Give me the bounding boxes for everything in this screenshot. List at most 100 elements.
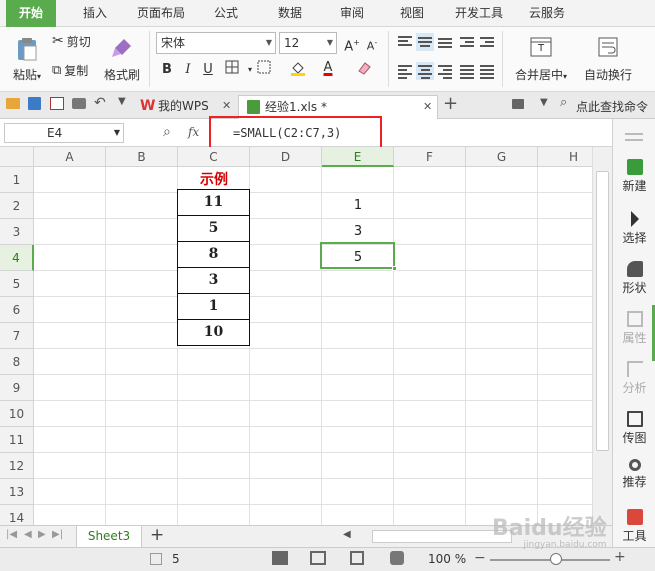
- side-item-properties[interactable]: 属性: [613, 311, 655, 346]
- page-layout-view-icon[interactable]: [350, 551, 364, 565]
- cell-c5[interactable]: 3: [177, 267, 250, 294]
- increase-font-icon[interactable]: A+: [342, 33, 362, 54]
- save-icon[interactable]: [28, 97, 41, 110]
- tab-insert[interactable]: 插入: [72, 0, 118, 27]
- format-painter-button[interactable]: 格式刷: [102, 31, 142, 87]
- cell-c2[interactable]: 11: [177, 189, 250, 216]
- fill-color-icon[interactable]: [288, 60, 308, 80]
- next-sheet-icon[interactable]: ▶: [38, 529, 46, 540]
- align-top-icon[interactable]: [396, 33, 414, 51]
- normal-view-icon[interactable]: [272, 551, 288, 565]
- column-header-g[interactable]: G: [466, 147, 538, 167]
- scroll-left-icon[interactable]: ◀: [343, 529, 351, 540]
- font-name-select[interactable]: 宋体 ▼: [156, 32, 276, 54]
- fx-button[interactable]: fx: [188, 125, 199, 139]
- cell-e2[interactable]: 1: [322, 193, 394, 219]
- tab-review[interactable]: 审阅: [330, 0, 374, 27]
- page-break-view-icon[interactable]: [310, 551, 326, 565]
- paste-button[interactable]: 粘贴▾: [6, 31, 48, 87]
- row-header[interactable]: 13: [0, 479, 34, 505]
- side-item-upload-image[interactable]: 传图: [613, 411, 655, 446]
- cut-button[interactable]: ✂ 剪切: [52, 31, 91, 51]
- chevron-down-icon[interactable]: ▼: [118, 96, 126, 107]
- row-header[interactable]: 2: [0, 193, 34, 219]
- font-size-select[interactable]: 12 ▼: [279, 32, 337, 54]
- font-color-button[interactable]: A: [318, 58, 338, 78]
- zoom-in-icon[interactable]: +: [614, 549, 626, 565]
- active-cell-selection[interactable]: [320, 242, 397, 271]
- wrap-text-button[interactable]: 自动换行: [578, 31, 638, 87]
- cell-c6[interactable]: 1: [177, 293, 250, 320]
- zoom-search-icon[interactable]: ⌕: [163, 124, 171, 140]
- close-icon[interactable]: ✕: [423, 96, 432, 118]
- zoom-slider-thumb[interactable]: [550, 553, 562, 565]
- indent-decrease-icon[interactable]: [458, 33, 476, 51]
- row-header[interactable]: 5: [0, 271, 34, 297]
- new-tab-icon[interactable]: +: [443, 93, 458, 114]
- select-all-corner[interactable]: [0, 147, 34, 167]
- decrease-font-icon[interactable]: A-: [362, 33, 382, 53]
- prev-sheet-icon[interactable]: ◀: [24, 529, 32, 540]
- copy-button[interactable]: ⧉ 复制: [52, 60, 88, 80]
- close-icon[interactable]: ✕: [222, 95, 231, 117]
- side-item-select[interactable]: 选择: [613, 211, 655, 246]
- row-header[interactable]: 9: [0, 375, 34, 401]
- scrollbar-thumb[interactable]: [596, 171, 609, 451]
- side-item-recommend[interactable]: 推荐: [613, 459, 655, 490]
- tab-page-layout[interactable]: 页面布局: [132, 0, 190, 27]
- bold-button[interactable]: B: [157, 60, 177, 80]
- row-header[interactable]: 8: [0, 349, 34, 375]
- print-icon[interactable]: [72, 98, 86, 109]
- row-header[interactable]: 7: [0, 323, 34, 349]
- search-icon[interactable]: ⌕: [560, 95, 567, 110]
- row-header[interactable]: 12: [0, 453, 34, 479]
- column-header-d[interactable]: D: [250, 147, 322, 167]
- undo-icon[interactable]: ↶: [94, 95, 106, 111]
- row-header[interactable]: 14: [0, 505, 34, 525]
- tab-developer[interactable]: 开发工具: [448, 0, 510, 27]
- video-icon[interactable]: [512, 99, 524, 109]
- cell-style-icon[interactable]: [254, 60, 274, 80]
- row-header[interactable]: 3: [0, 219, 34, 245]
- align-left-icon[interactable]: [396, 62, 414, 80]
- row-header[interactable]: 4: [0, 245, 34, 271]
- horizontal-scrollbar[interactable]: [372, 530, 512, 543]
- tab-home[interactable]: 开始: [6, 0, 56, 27]
- align-center-icon[interactable]: [416, 62, 434, 80]
- distribute-icon[interactable]: [478, 62, 496, 80]
- side-item-tools[interactable]: 工具: [613, 509, 655, 544]
- row-header[interactable]: 6: [0, 297, 34, 323]
- print-preview-icon[interactable]: [50, 97, 64, 110]
- add-sheet-icon[interactable]: +: [150, 525, 164, 545]
- folder-icon[interactable]: [6, 98, 20, 109]
- column-header-b[interactable]: B: [106, 147, 178, 167]
- last-sheet-icon[interactable]: ▶|: [52, 529, 63, 540]
- spreadsheet-grid[interactable]: A B C D E F G H 1 2 3 4 5 6 7 8 9 10 11 …: [0, 147, 592, 525]
- name-box[interactable]: E4 ▼: [4, 123, 124, 143]
- underline-button[interactable]: U: [198, 60, 218, 80]
- tab-data[interactable]: 数据: [268, 0, 312, 27]
- cell-c4[interactable]: 8: [177, 241, 250, 268]
- sheet-tab-sheet3[interactable]: Sheet3: [76, 526, 142, 548]
- side-item-analyze[interactable]: 分析: [613, 361, 655, 396]
- align-justify-icon[interactable]: [458, 62, 476, 80]
- row-header[interactable]: 10: [0, 401, 34, 427]
- cell-c3[interactable]: 5: [177, 215, 250, 242]
- tab-cloud[interactable]: 云服务: [522, 0, 572, 27]
- side-item-new[interactable]: 新建: [613, 159, 655, 194]
- vertical-scrollbar[interactable]: [592, 147, 612, 525]
- clear-format-icon[interactable]: [354, 60, 374, 80]
- indent-increase-icon[interactable]: [478, 33, 496, 51]
- zoom-level[interactable]: 100 %: [428, 552, 466, 566]
- align-right-icon[interactable]: [436, 62, 454, 80]
- border-icon[interactable]: [222, 60, 242, 80]
- column-header-a[interactable]: A: [34, 147, 106, 167]
- merge-center-button[interactable]: T 合并居中▾: [510, 31, 572, 87]
- column-header-h[interactable]: H: [538, 147, 592, 167]
- cell-c7[interactable]: 10: [177, 319, 250, 346]
- align-bottom-icon[interactable]: [436, 33, 454, 51]
- chevron-down-icon[interactable]: ▼: [540, 97, 548, 108]
- row-header[interactable]: 1: [0, 167, 34, 193]
- fill-handle[interactable]: [392, 266, 397, 271]
- tab-formulas[interactable]: 公式: [204, 0, 248, 27]
